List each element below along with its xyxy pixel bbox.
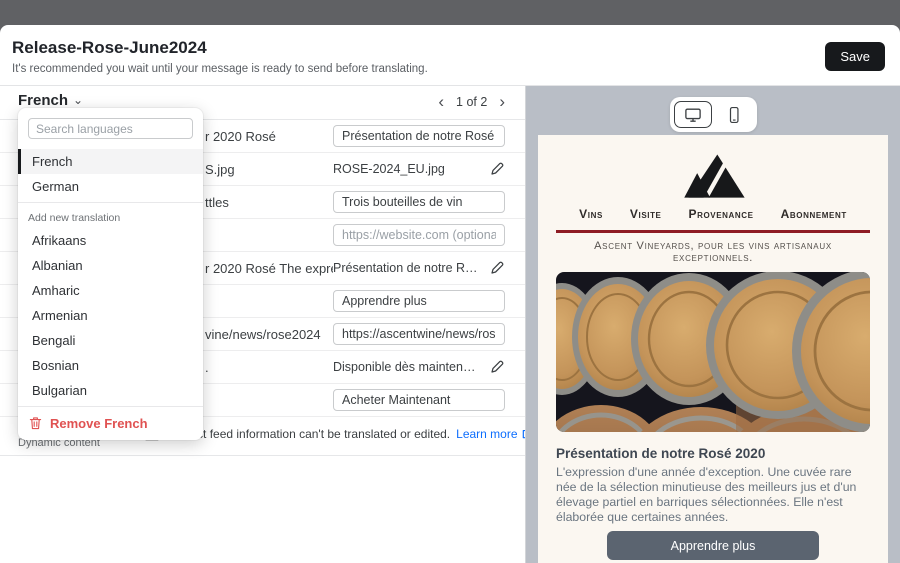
mobile-view-button[interactable] — [715, 101, 753, 128]
current-language-label: French — [18, 92, 68, 109]
page-subtitle: It's recommended you wait until your mes… — [12, 63, 428, 75]
page-title: Release-Rose-June2024 — [12, 38, 207, 58]
pagination: ‹ 1 of 2 › — [438, 93, 505, 111]
edit-pencil-icon[interactable] — [489, 359, 505, 375]
page-next-button[interactable]: › — [499, 93, 505, 111]
language-item-german[interactable]: German — [18, 174, 203, 199]
chevron-down-icon: ⌄ — [73, 93, 83, 107]
translation-input[interactable] — [333, 389, 505, 411]
edit-pencil-icon[interactable] — [489, 260, 505, 276]
divider — [18, 202, 203, 203]
language-item-french[interactable]: French — [18, 149, 203, 174]
device-toggle — [670, 97, 757, 132]
product-feed-warning: Product feed information can't be transl… — [145, 427, 533, 441]
desktop-icon — [684, 107, 702, 123]
preview-cta-button[interactable]: Apprendre plus — [607, 531, 819, 560]
top-window-bar — [0, 0, 900, 25]
language-dropdown-button[interactable]: French ⌄ — [18, 92, 83, 109]
language-item-bulgarian[interactable]: Bulgarian — [18, 378, 203, 403]
page-header: Release-Rose-June2024 It's recommended y… — [0, 25, 900, 85]
warning-text: Product feed information can't be transl… — [165, 427, 450, 441]
translation-text: Présentation de notre Rosé 2020 L'... — [333, 261, 481, 275]
brand-rule — [556, 230, 870, 233]
language-dropdown-menu: French German Add new translation Afrika… — [18, 108, 203, 440]
preview-nav: Vins Visite Provenance Abonnement — [556, 207, 870, 221]
translation-input[interactable] — [333, 191, 505, 213]
translation-panel: French ⌄ ‹ 1 of 2 › r 2020 Rosé S.jpg — [0, 86, 525, 563]
page-prev-button[interactable]: ‹ — [438, 93, 444, 111]
translation-url-input[interactable] — [333, 224, 505, 246]
language-item-armenian[interactable]: Armenian — [18, 303, 203, 328]
translation-sheet: Release-Rose-June2024 It's recommended y… — [0, 25, 900, 563]
divider — [18, 406, 203, 407]
wine-barrels-image — [556, 272, 870, 432]
email-preview-card: Vins Visite Provenance Abonnement Ascent… — [538, 135, 888, 563]
search-input[interactable] — [28, 118, 193, 139]
brand-mountain-logo — [675, 153, 751, 199]
mobile-icon — [727, 106, 741, 124]
translation-url-input[interactable] — [333, 323, 505, 345]
main-content: French ⌄ ‹ 1 of 2 › r 2020 Rosé S.jpg — [0, 85, 900, 563]
add-new-translation-label: Add new translation — [18, 206, 203, 228]
brand-tagline: Ascent Vineyards, pour les vins artisana… — [556, 240, 870, 264]
preview-heading: Présentation de notre Rosé 2020 — [556, 446, 870, 461]
learn-more-link[interactable]: Learn more — [456, 427, 532, 441]
language-item-bosnian[interactable]: Bosnian — [18, 353, 203, 378]
remove-french-button[interactable]: Remove French — [18, 410, 203, 436]
nav-item-visite[interactable]: Visite — [630, 207, 662, 221]
preview-panel: Vins Visite Provenance Abonnement Ascent… — [525, 86, 900, 563]
translation-text: ROSE-2024_EU.jpg — [333, 162, 481, 176]
preview-body-text: L'expression d'une année d'exception. Un… — [556, 465, 870, 525]
nav-item-abonnement[interactable]: Abonnement — [781, 207, 847, 221]
nav-item-vins[interactable]: Vins — [579, 207, 603, 221]
save-button[interactable]: Save — [825, 42, 885, 71]
edit-pencil-icon[interactable] — [489, 161, 505, 177]
language-item-afrikaans[interactable]: Afrikaans — [18, 228, 203, 253]
desktop-view-button[interactable] — [674, 101, 712, 128]
nav-item-provenance[interactable]: Provenance — [689, 207, 754, 221]
language-item-albanian[interactable]: Albanian — [18, 253, 203, 278]
translation-text: Disponible dès maintenant... — [333, 360, 481, 374]
trash-icon — [29, 416, 42, 430]
language-item-bengali[interactable]: Bengali — [18, 328, 203, 353]
page-indicator: 1 of 2 — [456, 95, 487, 109]
language-item-amharic[interactable]: Amharic — [18, 278, 203, 303]
translation-input[interactable] — [333, 125, 505, 147]
translation-input[interactable] — [333, 290, 505, 312]
